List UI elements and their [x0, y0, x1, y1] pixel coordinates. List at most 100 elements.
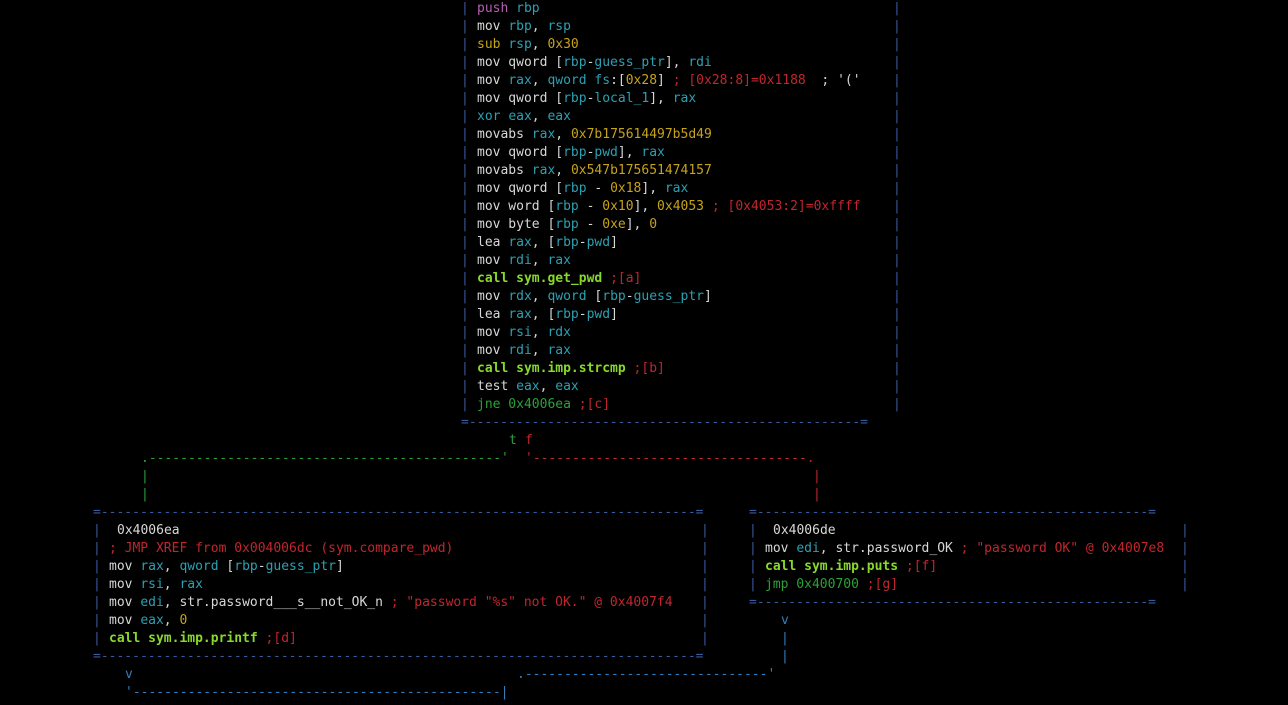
token: lea — [477, 235, 509, 250]
block-border-side: | — [461, 397, 469, 412]
token: , [ — [531, 307, 556, 322]
token: , — [531, 37, 548, 52]
token: mov qword [ — [477, 55, 564, 70]
instruction-row[interactable]: push rbp — [477, 0, 540, 18]
instruction-row[interactable]: mov rsi, rax — [109, 576, 203, 594]
token: pwd — [594, 145, 618, 160]
token: ;[c] — [578, 397, 611, 412]
token: ;[b] — [633, 361, 665, 376]
token: 0x28 — [625, 73, 658, 88]
token: local_1 — [594, 91, 650, 106]
token: 0x18 — [610, 181, 642, 196]
token: ; JMP XREF from 0x004006dc (sym.compare_… — [109, 541, 454, 556]
token: rax — [531, 127, 556, 142]
instruction-row[interactable]: mov rsi, rdx — [477, 324, 571, 342]
token: rdi — [688, 55, 712, 70]
instruction-row[interactable]: movabs rax, 0x547b175651474157 — [477, 162, 712, 180]
block-border-side: | — [893, 73, 901, 88]
block-border-side: | — [749, 559, 757, 574]
token: , — [539, 379, 556, 394]
instruction-row[interactable]: mov qword [rbp-guess_ptr], rdi — [477, 54, 712, 72]
instruction-row[interactable]: mov rax, qword [rbp-guess_ptr] — [109, 558, 344, 576]
instruction-row[interactable]: mov rdi, rax — [477, 252, 571, 270]
token: mov — [477, 253, 509, 268]
token: mov byte [ — [477, 217, 556, 232]
block-border-side: | — [893, 361, 901, 376]
token: mov — [109, 595, 141, 610]
instruction-row[interactable]: movabs rax, 0x7b175614497b5d49 — [477, 126, 712, 144]
instruction-row[interactable]: mov qword [rbp-pwd], rax — [477, 144, 665, 162]
right-block-top-border: =---------------------------------------… — [749, 505, 1156, 520]
instruction-row[interactable]: mov rdi, rax — [477, 342, 571, 360]
block-border-side: | — [893, 397, 901, 412]
edge-true-vertical: | — [141, 469, 149, 484]
token: guess_ptr — [633, 289, 705, 304]
instruction-row[interactable]: jmp 0x400700 ;[g] — [765, 576, 898, 594]
token: mov — [477, 289, 509, 304]
token: rbp — [508, 19, 532, 34]
token: , — [531, 343, 548, 358]
token: jne 0x4006ea — [477, 397, 571, 412]
instruction-row[interactable]: ; JMP XREF from 0x004006dc (sym.compare_… — [109, 540, 453, 558]
token: rax — [641, 145, 665, 160]
block-border-side: | — [701, 595, 709, 610]
block-border-side: | — [893, 145, 901, 160]
instruction-row[interactable]: call sym.imp.printf ;[d] — [109, 630, 297, 648]
instruction-row[interactable]: call sym.imp.strcmp ;[b] — [477, 360, 665, 378]
top-block-bottom-border: =---------------------------------------… — [461, 415, 868, 430]
token: call sym.imp.puts — [765, 559, 899, 574]
token: guess_ptr — [265, 559, 337, 574]
token: rbp — [563, 91, 587, 106]
block-border-side: | — [701, 577, 709, 592]
token: jmp 0x400700 — [765, 577, 859, 592]
block-border-side: | — [701, 541, 709, 556]
token: qword fs — [547, 73, 611, 88]
instruction-row[interactable]: lea rax, [rbp-pwd] — [477, 234, 618, 252]
block-border-side: | — [461, 163, 469, 178]
token: ], — [641, 181, 665, 196]
edge-true-horizontal: .---------------------------------------… — [141, 451, 509, 466]
instruction-row[interactable]: sub rsp, 0x30 — [477, 36, 579, 54]
token: ;[g] — [866, 577, 899, 592]
token: eax — [508, 109, 532, 124]
instruction-row[interactable]: mov rdx, qword [rbp-guess_ptr] — [477, 288, 712, 306]
instruction-row[interactable]: mov byte [rbp - 0xe], 0 — [477, 216, 657, 234]
token: mov — [477, 73, 509, 88]
token: mov — [109, 559, 141, 574]
block-border-side: | — [893, 127, 901, 142]
instruction-row[interactable]: mov edi, str.password_OK ; "password OK"… — [765, 540, 1164, 558]
block-border-side: | — [461, 235, 469, 250]
instruction-row[interactable]: jne 0x4006ea ;[c] — [477, 396, 610, 414]
instruction-row[interactable]: call sym.get_pwd ;[a] — [477, 270, 641, 288]
instruction-row[interactable]: xor eax, eax — [477, 108, 571, 126]
token: qword — [179, 559, 219, 574]
block-border-side: | — [749, 523, 757, 538]
instruction-row[interactable]: mov qword [rbp-local_1], rax — [477, 90, 696, 108]
instruction-row[interactable]: mov rax, qword fs:[0x28] ; [0x28:8]=0x11… — [477, 72, 861, 90]
token: - — [257, 559, 266, 574]
block-border-side: | — [893, 235, 901, 250]
instruction-row[interactable]: mov qword [rbp - 0x18], rax — [477, 180, 688, 198]
token: ], — [664, 55, 689, 70]
instruction-row[interactable]: test eax, eax — [477, 378, 579, 396]
token: str.password___s__not_OK_n — [179, 595, 383, 610]
token: rbp — [563, 55, 587, 70]
block-border-side: | — [1181, 577, 1189, 592]
token: ] — [704, 289, 712, 304]
instruction-row[interactable]: mov edi, str.password___s__not_OK_n ; "p… — [109, 594, 673, 612]
token: ;[d] — [265, 631, 297, 646]
block-border-side: | — [461, 325, 469, 340]
instruction-row[interactable]: mov rbp, rsp — [477, 18, 571, 36]
instruction-row[interactable]: mov word [rbp - 0x10], 0x4053 ; [0x4053:… — [477, 198, 861, 216]
token: rax — [664, 181, 689, 196]
token: mov word [ — [477, 199, 556, 214]
edge-true-vertical: | — [141, 487, 149, 502]
token: ; '(' — [805, 73, 861, 88]
instruction-row[interactable]: lea rax, [rbp-pwd] — [477, 306, 618, 324]
block-border-side: | — [893, 379, 901, 394]
instruction-row[interactable]: call sym.imp.puts ;[f] — [765, 558, 937, 576]
instruction-row[interactable]: mov eax, 0 — [109, 612, 187, 630]
